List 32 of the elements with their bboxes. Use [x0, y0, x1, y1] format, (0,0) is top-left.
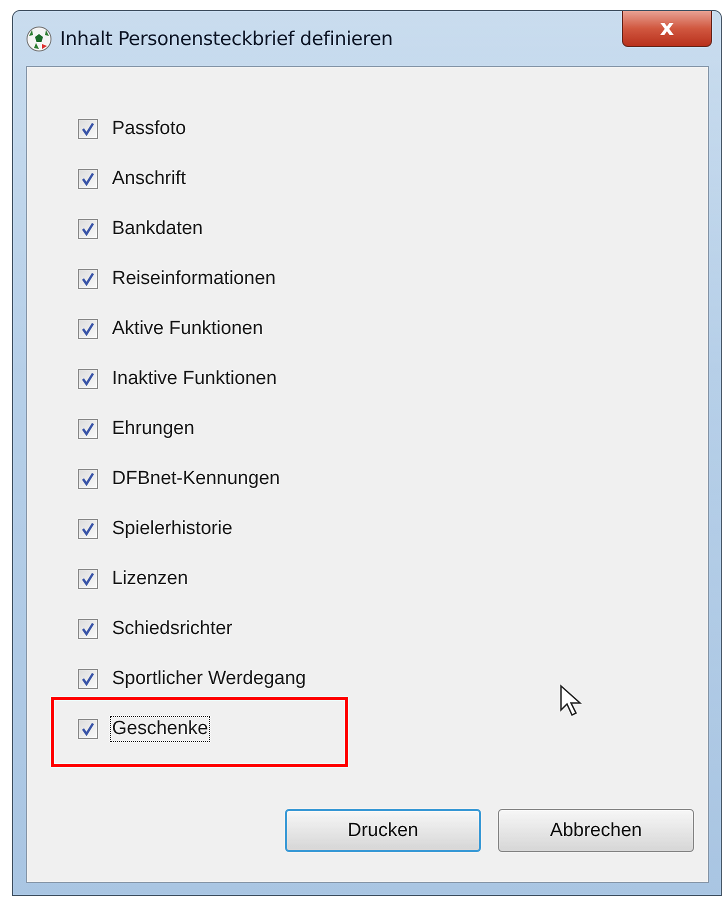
dialog-button[interactable]: Drucken [285, 809, 481, 852]
checkbox[interactable] [78, 119, 98, 139]
checkbox[interactable] [78, 269, 98, 289]
checkbox[interactable] [78, 319, 98, 339]
close-button[interactable]: x [622, 11, 712, 47]
checkbox[interactable] [78, 619, 98, 639]
checkbox-label[interactable]: Passfoto [110, 116, 188, 142]
checkbox[interactable] [78, 519, 98, 539]
checkbox[interactable] [78, 369, 98, 389]
checkbox[interactable] [78, 719, 98, 739]
checkbox[interactable] [78, 569, 98, 589]
football-icon [26, 26, 52, 52]
checkbox[interactable] [78, 469, 98, 489]
checkbox-label[interactable]: Spielerhistorie [110, 516, 234, 542]
checkbox-label[interactable]: Reiseinformationen [110, 266, 278, 292]
checkbox-label[interactable]: Geschenke [110, 716, 210, 742]
mouse-pointer-icon [559, 684, 585, 718]
checkbox-label[interactable]: Schiedsrichter [110, 616, 234, 642]
checkbox-label[interactable]: Ehrungen [110, 416, 196, 442]
checkbox[interactable] [78, 219, 98, 239]
checkbox-label[interactable]: Sportlicher Werdegang [110, 666, 308, 692]
checkbox[interactable] [78, 419, 98, 439]
checkbox-label[interactable]: Inaktive Funktionen [110, 366, 279, 392]
window-title: Inhalt Personensteckbrief definieren [60, 28, 393, 50]
checkbox-label[interactable]: Anschrift [110, 166, 188, 192]
checkbox[interactable] [78, 669, 98, 689]
checkbox-label[interactable]: DFBnet-Kennungen [110, 466, 282, 492]
checkbox[interactable] [78, 169, 98, 189]
checkbox-label[interactable]: Lizenzen [110, 566, 190, 592]
checkbox-label[interactable]: Aktive Funktionen [110, 316, 266, 342]
checkbox-label[interactable]: Bankdaten [110, 216, 205, 242]
dialog-button[interactable]: Abbrechen [498, 809, 694, 852]
